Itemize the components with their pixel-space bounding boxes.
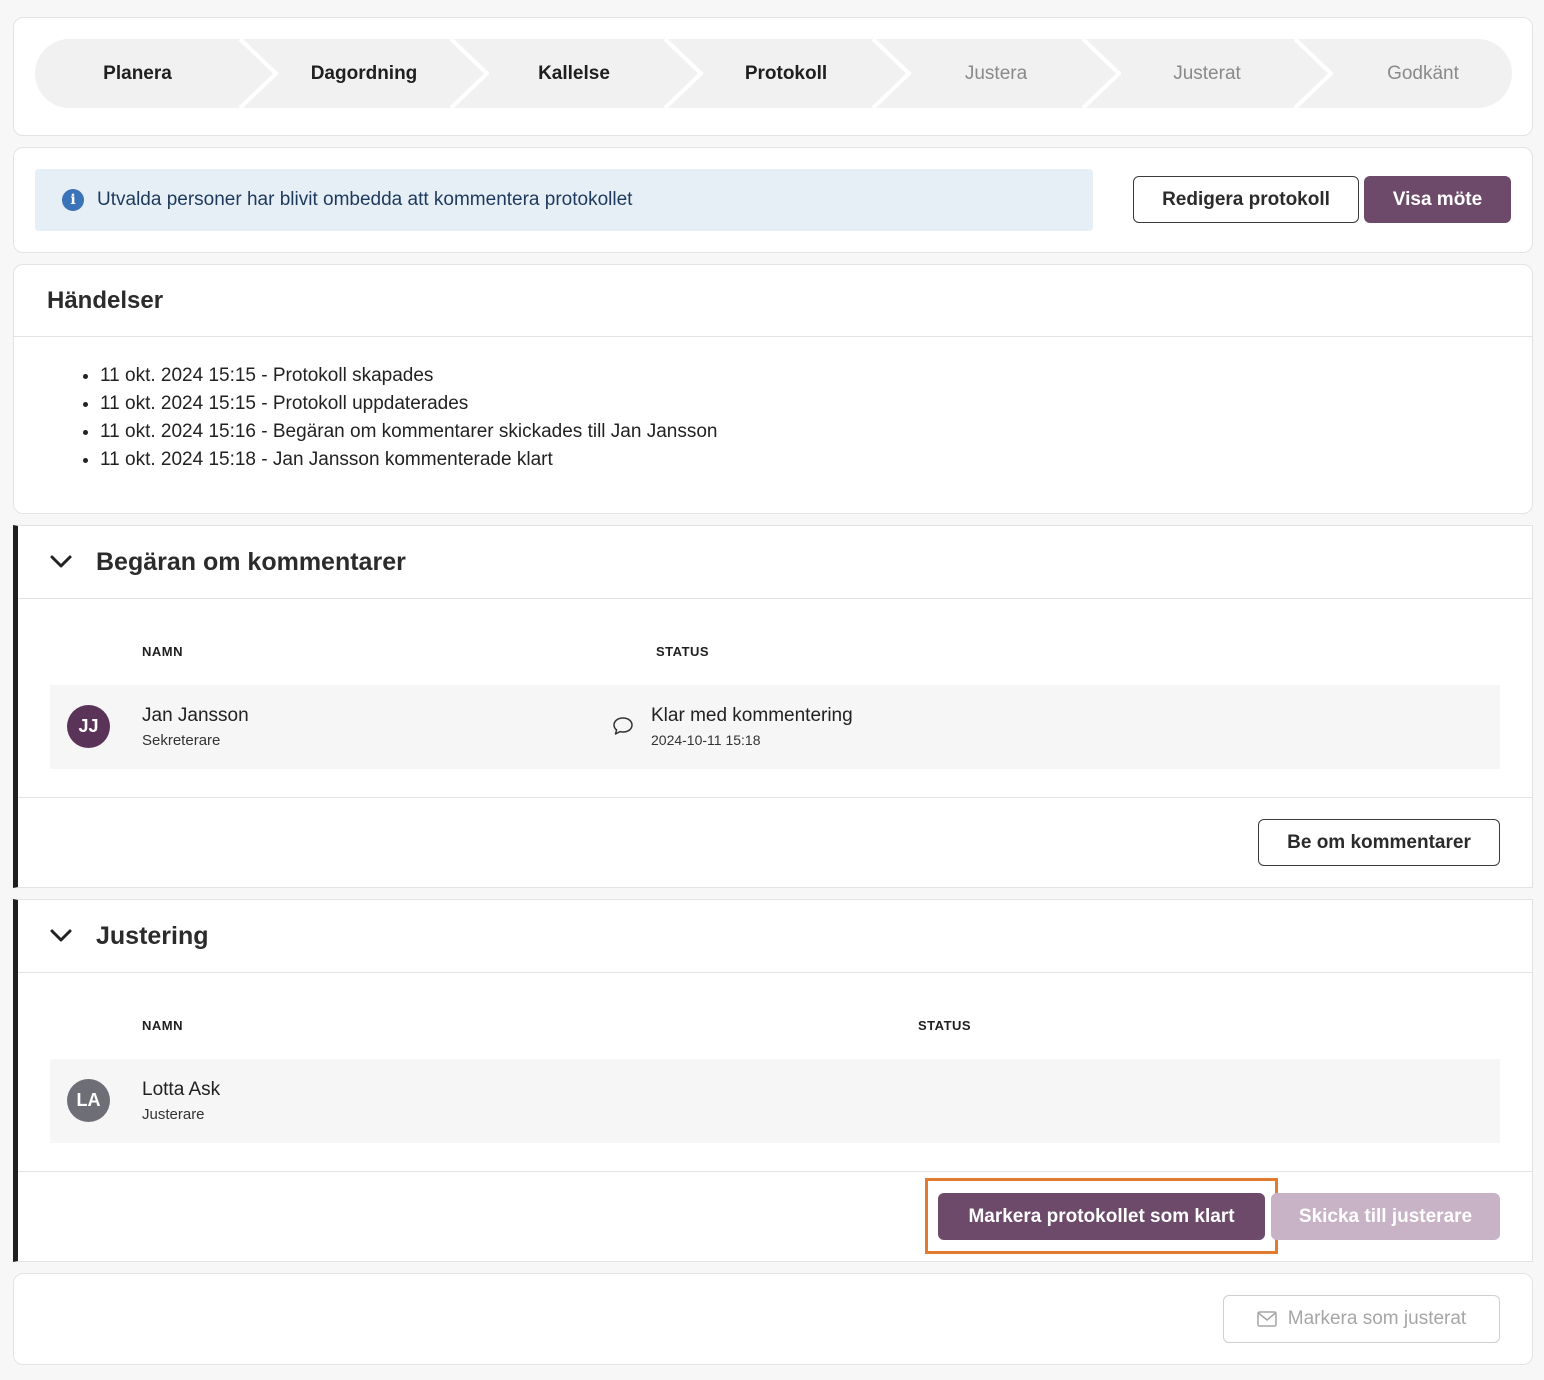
comment-requests-title: Begäran om kommentarer bbox=[96, 547, 406, 576]
mark-protocol-ready-button[interactable]: Markera protokollet som klart bbox=[938, 1193, 1265, 1240]
adjustment-section: Justering NAMN STATUS LA Lotta Ask Juste… bbox=[13, 899, 1533, 1262]
view-meeting-button[interactable]: Visa möte bbox=[1364, 176, 1511, 223]
list-item: 11 okt. 2024 15:15 - Protokoll skapades bbox=[100, 362, 1532, 390]
column-header-name: NAMN bbox=[142, 644, 183, 659]
divider bbox=[18, 1171, 1532, 1172]
list-item: 11 okt. 2024 15:18 - Jan Jansson komment… bbox=[100, 446, 1532, 474]
person-role: Sekreterare bbox=[142, 732, 221, 749]
divider bbox=[18, 797, 1532, 798]
mark-as-adjusted-button[interactable]: Markera som justerat bbox=[1223, 1295, 1500, 1343]
info-card: i Utvalda personer har blivit ombedda at… bbox=[13, 147, 1533, 253]
chevron-down-icon[interactable] bbox=[48, 923, 74, 949]
bottom-actions-card: Markera som justerat bbox=[13, 1273, 1533, 1365]
step-kallelse[interactable]: Kallelse bbox=[467, 39, 681, 108]
status-text: Klar med kommentering bbox=[651, 705, 853, 726]
step-justera[interactable]: Justera bbox=[891, 39, 1101, 108]
list-item: 11 okt. 2024 15:16 - Begäran om kommenta… bbox=[100, 418, 1532, 446]
edit-protocol-button[interactable]: Redigera protokoll bbox=[1133, 176, 1359, 223]
envelope-icon bbox=[1257, 1311, 1277, 1327]
step-dagordning[interactable]: Dagordning bbox=[257, 39, 471, 108]
table-row: LA Lotta Ask Justerare bbox=[50, 1059, 1500, 1143]
column-header-status: STATUS bbox=[918, 1018, 972, 1033]
info-icon: i bbox=[62, 189, 84, 211]
mark-as-adjusted-label: Markera som justerat bbox=[1287, 1308, 1467, 1329]
person-role: Justerare bbox=[142, 1106, 205, 1123]
adjustment-title: Justering bbox=[96, 921, 209, 950]
send-to-adjusters-button[interactable]: Skicka till justerare bbox=[1271, 1193, 1500, 1240]
table-row: JJ Jan Jansson Sekreterare Klar med komm… bbox=[50, 685, 1500, 769]
person-name: Jan Jansson bbox=[142, 705, 249, 726]
comment-icon bbox=[613, 717, 633, 735]
person-name: Lotta Ask bbox=[142, 1079, 221, 1100]
adjustment-header[interactable]: Justering bbox=[18, 900, 1532, 973]
step-godkant[interactable]: Godkänt bbox=[1313, 39, 1512, 108]
progress-stepper: Planera Dagordning Kallelse Protokoll Ju… bbox=[35, 39, 1512, 108]
step-justerat[interactable]: Justerat bbox=[1101, 39, 1313, 108]
progress-stepper-card: Planera Dagordning Kallelse Protokoll Ju… bbox=[13, 17, 1533, 136]
events-title: Händelser bbox=[14, 265, 1532, 337]
avatar: JJ bbox=[67, 705, 110, 748]
column-header-name: NAMN bbox=[142, 1018, 183, 1033]
info-banner: i Utvalda personer har blivit ombedda at… bbox=[35, 169, 1093, 231]
step-protokoll[interactable]: Protokoll bbox=[681, 39, 891, 108]
events-list: 11 okt. 2024 15:15 - Protokoll skapades … bbox=[14, 337, 1532, 474]
status-date: 2024-10-11 15:18 bbox=[651, 732, 761, 748]
avatar: LA bbox=[67, 1079, 110, 1122]
comment-requests-header[interactable]: Begäran om kommentarer bbox=[18, 526, 1532, 599]
request-comments-button[interactable]: Be om kommentarer bbox=[1258, 819, 1500, 866]
column-header-status: STATUS bbox=[656, 644, 710, 659]
events-card: Händelser 11 okt. 2024 15:15 - Protokoll… bbox=[13, 264, 1533, 514]
comment-requests-section: Begäran om kommentarer NAMN STATUS JJ Ja… bbox=[13, 525, 1533, 888]
list-item: 11 okt. 2024 15:15 - Protokoll uppdatera… bbox=[100, 390, 1532, 418]
chevron-down-icon[interactable] bbox=[48, 549, 74, 575]
step-planera[interactable]: Planera bbox=[35, 39, 240, 108]
info-message: Utvalda personer har blivit ombedda att … bbox=[97, 189, 633, 210]
